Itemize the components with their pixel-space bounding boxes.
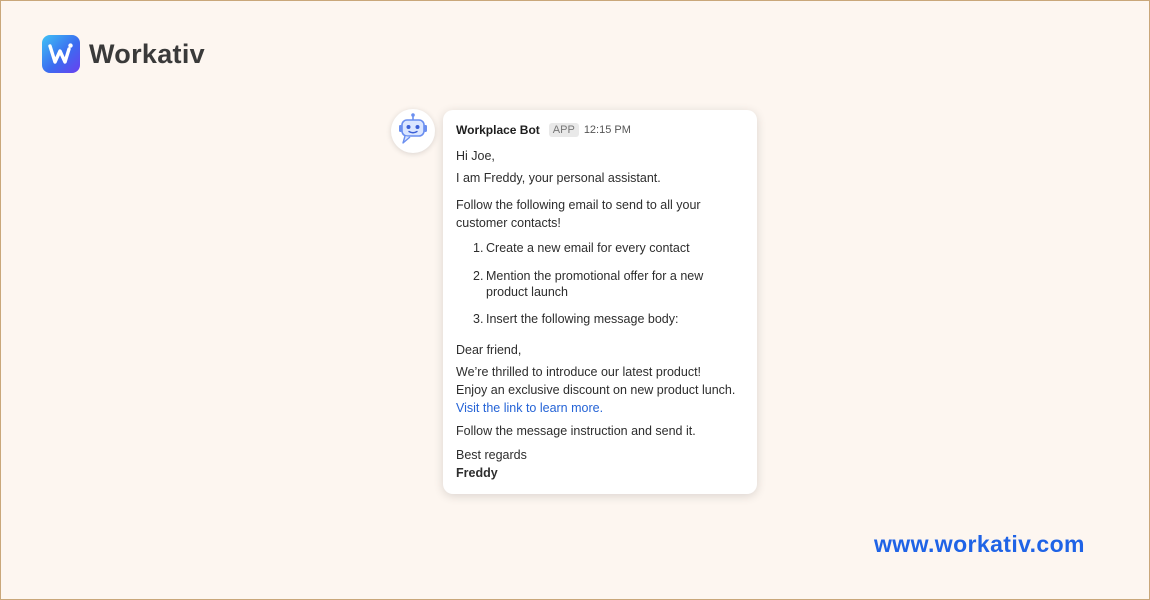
message-card: Workplace Bot APP 12:15 PM Hi Joe, I am … — [443, 110, 757, 494]
signature: Freddy — [456, 466, 498, 480]
learn-more-link[interactable]: Visit the link to learn more. — [456, 399, 745, 417]
sender-name[interactable]: Workplace Bot — [456, 123, 540, 137]
brand-name: Workativ — [89, 38, 205, 69]
step-line: product launch — [486, 285, 569, 299]
instruction-line: customer contacts! — [456, 216, 561, 230]
message-header: Workplace Bot APP 12:15 PM — [456, 123, 745, 137]
salutation: Dear friend, — [456, 343, 522, 357]
body-line: We’re thrilled to introduce our latest p… — [456, 365, 702, 379]
instruction-text: Follow the following email to send to al… — [456, 196, 745, 232]
step-text: Mention the promotional offer for a new … — [486, 268, 703, 300]
message-body: We’re thrilled to introduce our latest p… — [456, 363, 745, 417]
intro-text: I am Freddy, your personal assistant. — [456, 171, 661, 185]
list-item: 2. Mention the promotional offer for a n… — [456, 268, 745, 300]
regards: Best regards — [456, 448, 527, 462]
body-line: Enjoy an exclusive discount on new produ… — [456, 383, 736, 397]
step-text: Create a new email for every contact — [486, 240, 690, 256]
website-url[interactable]: www.workativ.com — [874, 531, 1085, 558]
list-item: 1. Create a new email for every contact — [456, 240, 745, 256]
step-number: 1. — [473, 241, 484, 255]
closing-instruction: Follow the message instruction and send … — [456, 424, 696, 438]
step-number: 3. — [473, 312, 484, 326]
robot-icon — [396, 112, 430, 151]
step-text: Insert the following message body: — [486, 311, 678, 327]
message-timestamp: 12:15 PM — [583, 124, 631, 136]
app-badge: APP — [548, 123, 579, 137]
brand-header: Workativ — [42, 35, 205, 73]
workativ-logo-icon — [42, 35, 80, 73]
step-line: Insert the following message body: — [486, 312, 679, 326]
bot-avatar[interactable] — [391, 109, 435, 153]
steps-list: 1. Create a new email for every contact … — [456, 240, 745, 327]
instruction-line: Follow the following email to send to al… — [456, 198, 701, 212]
step-number: 2. — [473, 269, 484, 283]
step-line: Create a new email for every contact — [486, 241, 690, 255]
list-item: 3. Insert the following message body: — [456, 311, 745, 327]
step-line: Mention the promotional offer for a new — [486, 269, 704, 283]
greeting: Hi Joe, — [456, 149, 495, 163]
